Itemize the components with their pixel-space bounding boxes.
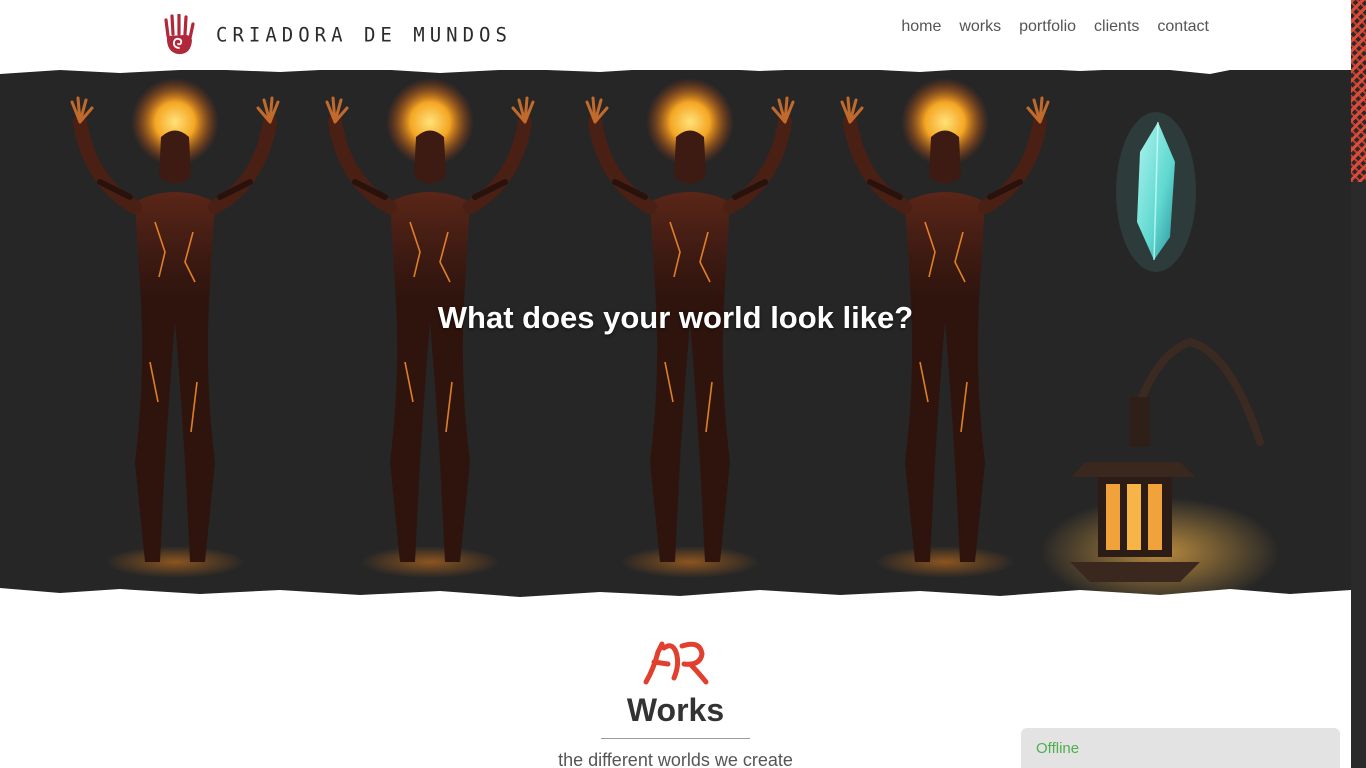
- page: CRIADORA DE MUNDOS home works portfolio …: [0, 0, 1366, 768]
- nav-home[interactable]: home: [901, 18, 941, 36]
- hero-headline: What does your world look like?: [437, 300, 914, 335]
- site-header: CRIADORA DE MUNDOS home works portfolio …: [0, 0, 1351, 70]
- red-glyph-icon: [640, 638, 712, 693]
- title-divider: [601, 738, 750, 739]
- works-title: Works: [626, 692, 725, 728]
- nav-portfolio[interactable]: portfolio: [1019, 18, 1076, 36]
- logo-link[interactable]: CRIADORA DE MUNDOS: [162, 14, 512, 56]
- main-nav: home works portfolio clients contact: [901, 18, 1209, 36]
- chat-status-label: Offline: [1036, 740, 1080, 757]
- nav-clients[interactable]: clients: [1094, 18, 1139, 36]
- brand-name: CRIADORA DE MUNDOS: [216, 23, 512, 47]
- nav-works[interactable]: works: [959, 18, 1001, 36]
- red-spiral-hand-icon: [162, 14, 196, 56]
- scroll-thumb-pattern[interactable]: [1351, 0, 1366, 182]
- torn-edge-bottom: [0, 588, 1351, 602]
- chat-widget[interactable]: Offline: [1021, 728, 1340, 768]
- hero-banner: What does your world look like?: [0, 62, 1351, 602]
- nav-contact[interactable]: contact: [1157, 18, 1209, 36]
- scrollbar-decoration[interactable]: [1351, 0, 1366, 768]
